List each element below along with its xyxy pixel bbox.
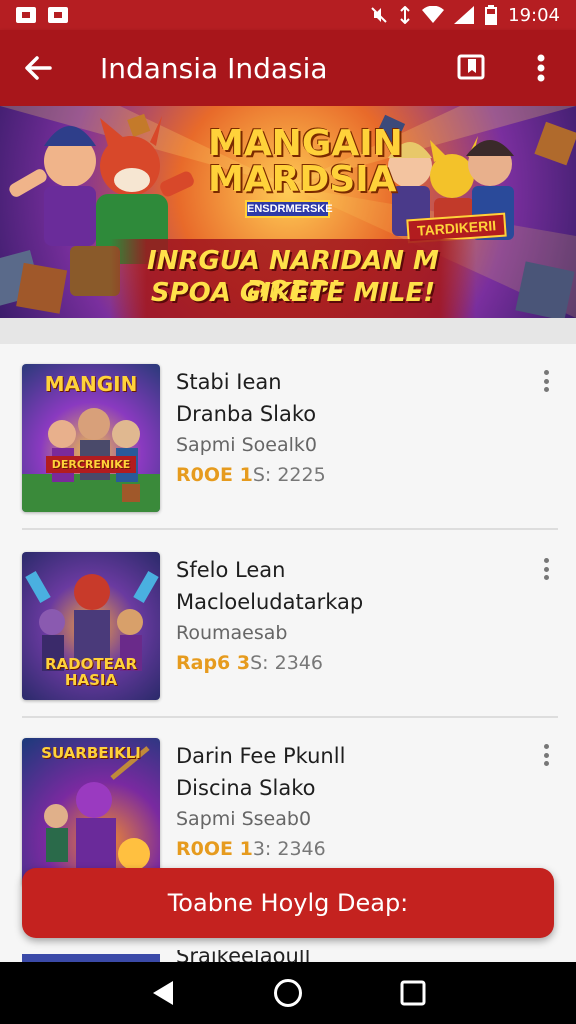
game-subtitle: Dranba Slako bbox=[176, 402, 317, 426]
list-item-peek[interactable]: Sraikeelaoull bbox=[0, 950, 576, 962]
home-circle-icon bbox=[273, 979, 302, 1007]
game-title: Darin Fee Pkunll bbox=[176, 744, 346, 768]
game-rating: R0OE 13: 2346 bbox=[176, 834, 506, 864]
nav-back-button[interactable] bbox=[133, 962, 193, 1024]
game-meta: Sapmi Sseab0 bbox=[176, 808, 312, 830]
rating-label: R0OE 1 bbox=[176, 464, 253, 486]
more-vert-icon bbox=[537, 54, 545, 82]
item-more-button[interactable] bbox=[534, 554, 558, 584]
list-item[interactable]: RADOTEAR HASIA Sfelo Lean Macloeludatark… bbox=[0, 532, 576, 718]
divider bbox=[22, 528, 558, 530]
dot bbox=[543, 744, 549, 749]
nav-recents-button[interactable] bbox=[383, 962, 443, 1024]
game-subtitle: Macloeludatarkap bbox=[176, 590, 364, 614]
item-more-button[interactable] bbox=[534, 740, 558, 770]
item-more-button[interactable] bbox=[534, 366, 558, 396]
item-text: Sfelo Lean Macloeludatarkap Roumaesab Ra… bbox=[176, 554, 506, 678]
primary-action-button[interactable]: Toabne Hoylg Deap: bbox=[22, 868, 554, 938]
game-meta: Sapmi Soealk0 bbox=[176, 434, 317, 456]
banner-title: MANGAIN MARDSIA bbox=[208, 123, 403, 200]
section-separator bbox=[0, 318, 576, 344]
item-text: Stabi Iean Dranba Slako Sapmi Soealk0 R0… bbox=[176, 366, 506, 490]
rating-label: Rap6 3 bbox=[176, 652, 251, 674]
back-button[interactable] bbox=[0, 30, 76, 106]
promo-banner[interactable]: MANGAIN MARDSIA ENSDRMERSKE TARDIKERII I… bbox=[0, 106, 576, 318]
game-thumbnail bbox=[22, 954, 160, 962]
overflow-menu-button[interactable] bbox=[506, 30, 576, 106]
mute-icon bbox=[371, 7, 387, 23]
dot bbox=[543, 387, 549, 392]
game-title: Sraikeelaoull bbox=[176, 950, 311, 962]
banner-subtitle: ENSDRMERSKE bbox=[245, 200, 333, 218]
dot bbox=[543, 378, 549, 384]
game-meta: Roumaesab bbox=[176, 622, 288, 644]
status-bar: 19:04 bbox=[0, 0, 576, 30]
recents-square-icon bbox=[400, 980, 426, 1006]
game-thumbnail: MANGIN DERCRENIKE bbox=[22, 364, 160, 512]
game-thumbnail: RADOTEAR HASIA bbox=[22, 552, 160, 700]
dot bbox=[543, 761, 549, 766]
thumbnail-caption: DERCRENIKE bbox=[46, 456, 136, 473]
list-item[interactable]: MANGIN DERCRENIKE Stabi Iean Dranba Slak… bbox=[0, 344, 576, 530]
thumbnail-caption: RADOTEAR HASIA bbox=[45, 655, 137, 689]
item-text: Darin Fee Pkunll Discina Slako Sapmi Sse… bbox=[176, 740, 506, 864]
game-title: Stabi Iean bbox=[176, 370, 282, 394]
system-nav-bar bbox=[0, 962, 576, 1024]
back-triangle-icon bbox=[152, 981, 173, 1005]
dot bbox=[543, 370, 549, 375]
status-right: 19:04 bbox=[370, 5, 560, 26]
signal-icon bbox=[454, 6, 475, 24]
rating-label: R0OE 1 bbox=[176, 838, 253, 860]
rating-value: S: 2346 bbox=[250, 652, 323, 674]
game-thumbnail: SUARBEIKLI bbox=[22, 738, 160, 886]
bookmark-icon bbox=[457, 54, 485, 80]
battery-icon bbox=[485, 5, 498, 25]
game-rating: R0OE 1S: 2225 bbox=[176, 460, 506, 490]
app-notification-icon bbox=[16, 7, 36, 23]
status-time: 19:04 bbox=[508, 4, 560, 26]
wifi-icon bbox=[422, 6, 445, 23]
banner-headline-2: SPOA GIKETE MILE! bbox=[150, 278, 436, 308]
page-title: Indansia Indasia bbox=[100, 51, 328, 85]
data-icon bbox=[400, 6, 410, 24]
rating-value: S: 2225 bbox=[252, 464, 326, 486]
game-subtitle: Discina Slako bbox=[176, 776, 316, 800]
app-notification-icon bbox=[48, 7, 68, 23]
rating-value: 3: 2346 bbox=[252, 838, 326, 860]
arrow-left-icon bbox=[25, 56, 52, 80]
app-bar-actions bbox=[436, 30, 576, 106]
thumbnail-title: MANGIN bbox=[44, 372, 138, 396]
bookmark-button[interactable] bbox=[436, 30, 506, 106]
dot bbox=[543, 752, 549, 758]
dot bbox=[543, 575, 549, 580]
dot bbox=[543, 566, 549, 572]
game-rating: Rap6 3S: 2346 bbox=[176, 648, 506, 678]
game-title: Sfelo Lean bbox=[176, 558, 286, 582]
nav-home-button[interactable] bbox=[258, 962, 318, 1024]
app-bar: Indansia Indasia bbox=[0, 30, 576, 106]
thumbnail-title: SUARBEIKLI bbox=[41, 744, 141, 762]
status-left bbox=[16, 7, 68, 23]
dot bbox=[543, 558, 549, 563]
